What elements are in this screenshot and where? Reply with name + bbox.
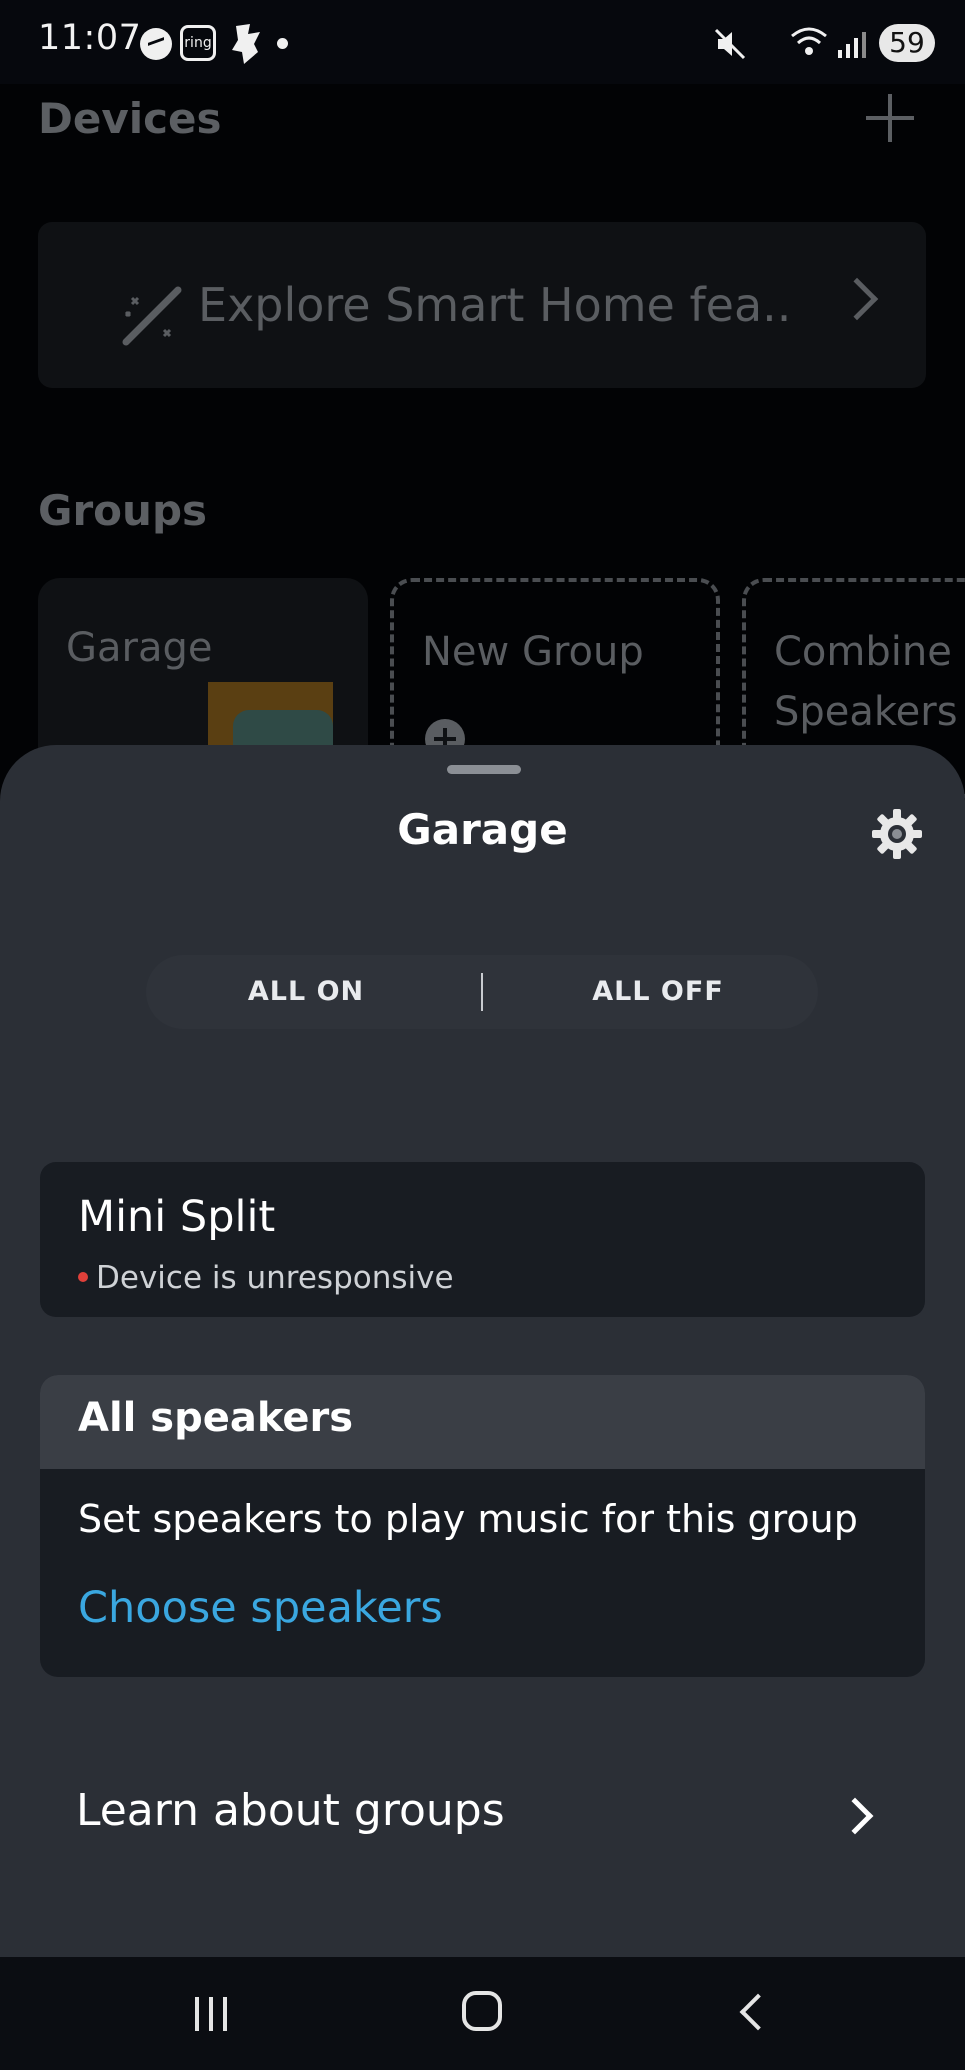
signal-icon xyxy=(838,32,866,58)
magic-wand-icon xyxy=(122,286,182,346)
map-icon xyxy=(232,24,260,64)
device-card-mini-split[interactable]: Mini Split Device is unresponsive xyxy=(40,1162,925,1317)
speakers-description: Set speakers to play music for this grou… xyxy=(78,1497,858,1541)
screen: 11:07 ring 59 Devices Explore Smart Home… xyxy=(0,0,965,2070)
status-time: 11:07 xyxy=(38,18,142,58)
recents-icon[interactable] xyxy=(195,1997,235,2031)
explore-smart-home-card[interactable]: Explore Smart Home fea.. xyxy=(38,222,926,388)
status-bar: 11:07 ring 59 xyxy=(0,0,965,84)
gear-icon[interactable] xyxy=(870,807,924,861)
navigation-bar xyxy=(0,1957,965,2070)
all-off-button[interactable]: ALL OFF xyxy=(498,955,818,1029)
notification-dot-icon xyxy=(277,38,288,49)
speakers-title: All speakers xyxy=(78,1395,354,1441)
learn-about-groups-row[interactable]: Learn about groups xyxy=(0,1745,965,1875)
chevron-right-icon xyxy=(836,1797,874,1835)
ring-icon: ring xyxy=(180,25,216,61)
car-icon xyxy=(233,710,333,750)
learn-about-groups-label: Learn about groups xyxy=(76,1785,505,1836)
mute-icon xyxy=(714,28,746,60)
chevron-right-icon xyxy=(835,277,879,321)
wifi-icon xyxy=(791,27,827,55)
choose-speakers-link[interactable]: Choose speakers xyxy=(78,1583,443,1633)
group-bottom-sheet: Garage ALL ON ALL OFF Mini Split Device … xyxy=(0,745,965,1957)
messenger-icon xyxy=(140,28,172,60)
divider xyxy=(481,973,483,1011)
sheet-title: Garage xyxy=(397,805,568,854)
devices-title: Devices xyxy=(38,94,222,143)
explore-label: Explore Smart Home fea.. xyxy=(198,278,792,332)
group-card-label: New Group xyxy=(422,629,644,675)
all-speakers-card: All speakers Set speakers to play music … xyxy=(40,1375,925,1677)
drag-handle[interactable] xyxy=(447,765,521,774)
device-status-text: Device is unresponsive xyxy=(96,1260,454,1296)
home-icon[interactable] xyxy=(462,1991,502,2031)
device-name: Mini Split xyxy=(78,1192,276,1242)
all-toggle-bar: ALL ON ALL OFF xyxy=(146,955,818,1029)
groups-title: Groups xyxy=(38,486,208,535)
battery-indicator: 59 xyxy=(879,24,935,62)
status-dot-icon xyxy=(78,1271,88,1282)
back-icon[interactable] xyxy=(739,1993,777,2031)
group-card-label: Combine Speakers xyxy=(774,629,958,735)
device-status: Device is unresponsive xyxy=(78,1260,454,1296)
speakers-card-header: All speakers xyxy=(40,1375,925,1469)
add-device-icon[interactable] xyxy=(866,94,914,142)
group-card-label: Garage xyxy=(66,625,213,671)
all-on-button[interactable]: ALL ON xyxy=(146,955,466,1029)
